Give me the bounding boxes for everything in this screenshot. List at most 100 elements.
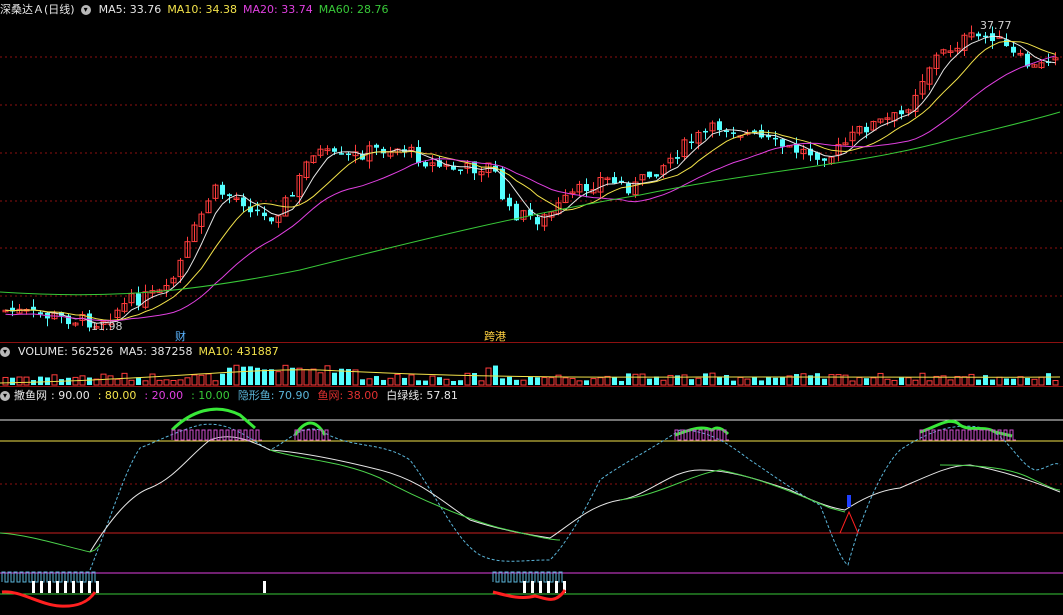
volume-bar — [310, 368, 317, 386]
volume-bar — [128, 379, 135, 386]
candle-body — [675, 157, 680, 159]
volume-bar — [177, 379, 184, 386]
collapse-icon[interactable]: ▾ — [0, 391, 10, 401]
volume-bar — [191, 374, 198, 386]
volume-bar — [241, 366, 246, 385]
volume-bar — [731, 380, 736, 385]
white-bar — [555, 581, 558, 593]
volume-bar — [437, 377, 442, 385]
chart-canvas[interactable] — [0, 0, 1063, 615]
volume-bar — [899, 377, 904, 385]
volume-bar — [1046, 373, 1051, 385]
volume-bar — [423, 380, 428, 385]
volume-bar — [1031, 378, 1038, 386]
volume-bar — [773, 377, 778, 385]
candle-body — [717, 121, 722, 131]
candle-body — [500, 168, 505, 200]
candle-body — [255, 209, 260, 212]
volume-bar — [500, 378, 505, 385]
volume-bar — [604, 375, 611, 386]
volume-bar — [612, 377, 617, 385]
collapse-icon[interactable]: ▾ — [80, 5, 91, 15]
volume-bar — [849, 380, 856, 386]
candle-body — [31, 306, 36, 310]
white-bar — [56, 581, 59, 593]
volume-bar — [856, 377, 863, 386]
candle-body — [976, 33, 981, 37]
white-bar — [531, 581, 534, 593]
volume-bar — [639, 373, 646, 386]
volume-bar — [1052, 380, 1059, 386]
candle-body — [612, 177, 617, 184]
volume-bar — [38, 376, 43, 385]
white-line — [89, 436, 1061, 553]
volume-bar — [282, 364, 289, 386]
candle-body — [241, 197, 246, 207]
white-bar — [64, 581, 67, 593]
candle-body — [626, 183, 631, 194]
volume-bar — [584, 380, 589, 385]
high-price-label: 37.77 — [980, 19, 1012, 32]
price-grid — [0, 56, 1063, 534]
white-bar — [263, 581, 266, 593]
white-bar — [539, 581, 542, 593]
volume-bar — [947, 379, 954, 386]
candle-body — [731, 132, 736, 134]
volume-bar — [541, 377, 548, 386]
volume-bar — [870, 377, 877, 386]
candle-body — [339, 153, 344, 155]
collapse-icon[interactable]: ▾ — [0, 347, 10, 357]
volume-bar — [227, 367, 232, 385]
volume-bar — [443, 378, 450, 386]
net-spike — [839, 510, 859, 534]
candle-body — [423, 162, 428, 167]
volume-bar — [10, 377, 15, 385]
vol-ma5-label: MA5: 387258 — [119, 345, 193, 358]
candle-body — [262, 212, 267, 217]
candle-body — [458, 169, 463, 171]
candle-body — [535, 217, 540, 225]
volume-bar — [198, 374, 205, 386]
volume-bar — [717, 376, 722, 385]
panel-separator — [0, 342, 1063, 343]
panel-separator — [0, 386, 1063, 387]
candle-body — [647, 171, 652, 178]
volume-bar — [51, 374, 58, 386]
white-bar — [72, 581, 75, 593]
volume-bar — [374, 376, 379, 385]
volume-bar — [520, 379, 527, 386]
volume-bar — [815, 373, 820, 385]
volume-bar — [647, 378, 652, 385]
volume-bar — [703, 373, 708, 385]
cross-marker[interactable]: 跨港 — [484, 328, 506, 344]
indicator-name[interactable]: 撒鱼网 — [14, 388, 47, 404]
volume-bar — [842, 374, 849, 386]
candle-body — [822, 158, 827, 161]
candle-body — [899, 110, 904, 115]
volume-bar — [1004, 378, 1009, 385]
volume-bar — [317, 372, 324, 386]
candle-body — [584, 184, 589, 192]
volume-bar — [724, 374, 729, 385]
volume-bar — [121, 372, 128, 386]
volume-bar — [184, 377, 191, 386]
stock-title[interactable]: 深桑达Ａ(日线) — [0, 2, 75, 18]
candle-body — [220, 184, 225, 195]
volume-bar — [408, 374, 415, 386]
white-bar — [96, 581, 99, 593]
volume-bar — [255, 367, 260, 385]
candle-body — [136, 293, 141, 306]
finance-marker[interactable]: 财 — [175, 328, 186, 344]
volume-panel-header: ▾ VOLUME: 562526 MA5: 387258 MA10: 43188… — [0, 344, 279, 360]
ma10-line — [5, 40, 1056, 322]
white-bar — [32, 581, 35, 593]
ma60-label: MA60: 28.76 — [318, 3, 389, 16]
level-20-label: : 20.00 — [144, 389, 184, 402]
level-90-label: : 90.00 — [51, 389, 90, 402]
volume-bar — [569, 377, 576, 386]
volume-bar — [248, 366, 253, 385]
volume-bar — [303, 369, 310, 386]
volume-bar — [402, 377, 407, 385]
volume-bar — [884, 378, 891, 386]
volume-bar — [864, 378, 869, 385]
